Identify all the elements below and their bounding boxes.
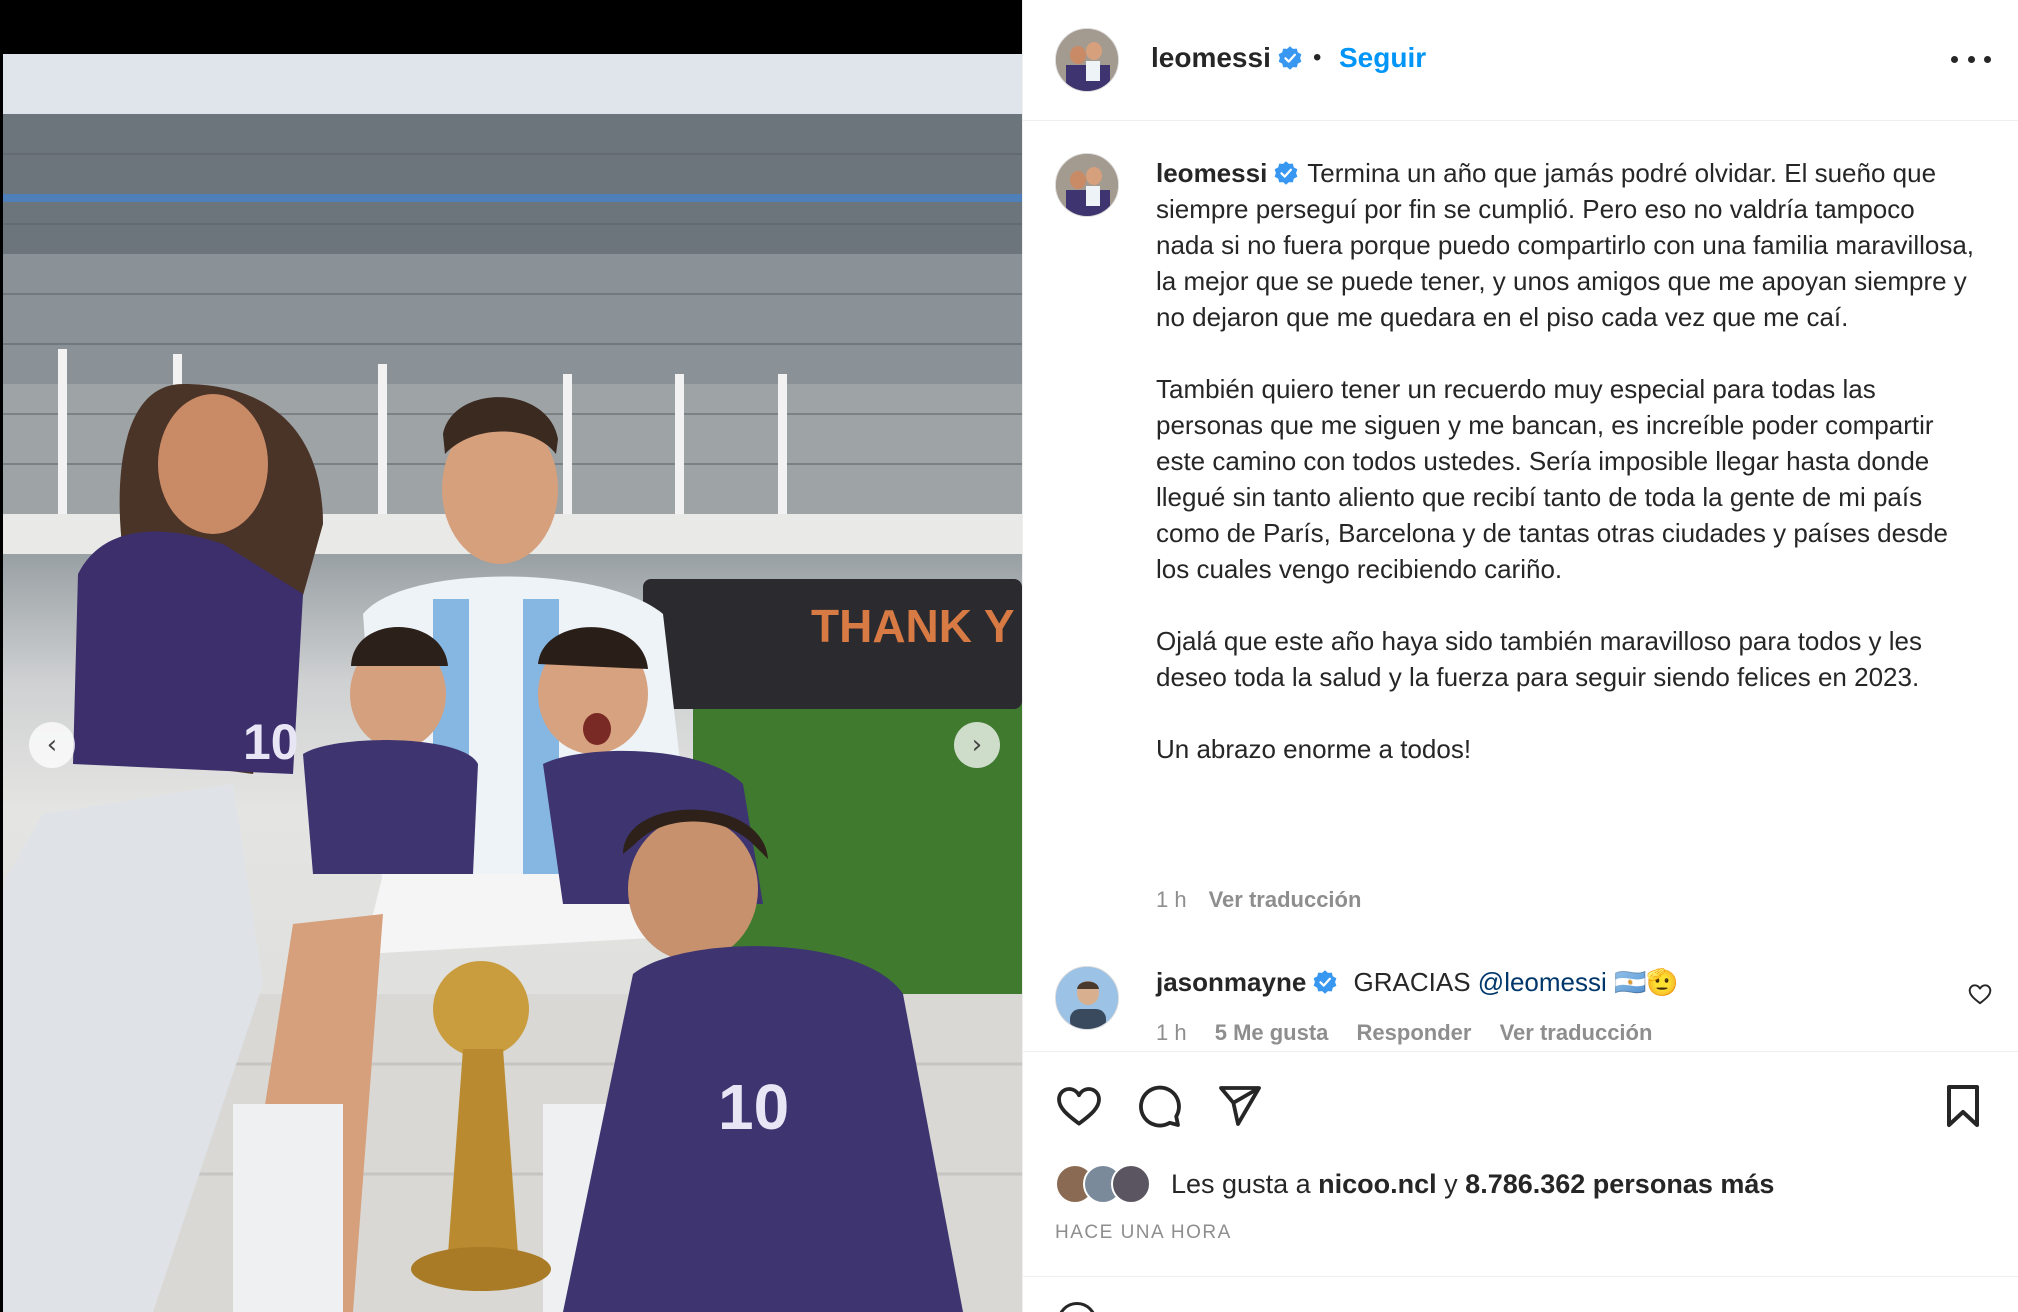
banner-text: THANK Y — [811, 600, 1015, 652]
divider — [1023, 1276, 2018, 1277]
comment-time: 1 h — [1156, 1020, 1187, 1045]
follow-button[interactable]: Seguir — [1339, 42, 1426, 74]
caption-paragraph-1: leomessi Termina un año que jamás podré … — [1156, 155, 1976, 335]
emoji-picker-icon[interactable] — [1057, 1302, 1097, 1312]
liker-avatar — [1111, 1164, 1151, 1204]
caption-author-avatar[interactable] — [1055, 153, 1119, 217]
comment-reply-button[interactable]: Responder — [1357, 1020, 1472, 1045]
post-media: THANK Y 10 10 ‹ › — [0, 0, 1022, 1312]
ellipsis-dot — [1967, 55, 1975, 63]
header-separator: • — [1313, 44, 1322, 71]
likes-count-link[interactable]: 8.786.362 personas más — [1465, 1169, 1774, 1199]
comments-scroll-area[interactable]: leomessi Termina un año que jamás podré … — [1023, 121, 2018, 1051]
caption-translate-link[interactable]: Ver traducción — [1209, 887, 1362, 912]
author-username-text[interactable]: leomessi — [1151, 42, 1271, 73]
post-details: leomessi • Seguir leomessi Termina un añ… — [1022, 0, 2018, 1312]
post-caption: leomessi Termina un año que jamás podré … — [1156, 155, 1976, 767]
post-header: leomessi • Seguir — [1023, 0, 2018, 121]
commenter-username[interactable]: jasonmayne — [1156, 967, 1306, 997]
caption-paragraph-4: Un abrazo enorme a todos! — [1156, 734, 1472, 764]
likers-avatars — [1055, 1164, 1167, 1204]
svg-text:10: 10 — [243, 714, 299, 770]
photo-illustration: THANK Y 10 10 — [3, 54, 1022, 1312]
carousel-prev-button[interactable]: ‹ — [29, 722, 75, 768]
caption-username[interactable]: leomessi — [1156, 158, 1267, 188]
commenter-avatar[interactable] — [1055, 966, 1119, 1030]
carousel-next-button[interactable]: › — [954, 722, 1000, 768]
comment-text: GRACIAS — [1353, 967, 1471, 997]
media-letterbox — [0, 0, 1022, 54]
comment-translate-link[interactable]: Ver traducción — [1500, 1020, 1653, 1045]
svg-text:10: 10 — [718, 1071, 789, 1143]
caption-paragraph-2: También quiero tener un recuerdo muy esp… — [1156, 374, 1949, 584]
comment-emoji: 🇦🇷🫡 — [1614, 967, 1679, 997]
likes-prefix: Les gusta a — [1171, 1168, 1311, 1199]
paper-plane-icon[interactable] — [1215, 1082, 1263, 1130]
post-photo[interactable]: THANK Y 10 10 ‹ › — [3, 54, 1022, 1312]
bookmark-icon[interactable] — [1939, 1082, 1987, 1130]
likes-user-link[interactable]: nicoo.ncl — [1318, 1169, 1437, 1199]
ellipsis-icon[interactable] — [1951, 44, 1991, 74]
comment-body: jasonmayne GRACIAS @leomessi 🇦🇷🫡 — [1156, 967, 1679, 998]
author-avatar[interactable] — [1055, 28, 1119, 92]
likes-text: Les gusta a nicoo.ncl y 8.786.362 person… — [1171, 1169, 1774, 1200]
verified-badge-icon — [1313, 970, 1337, 994]
heart-icon[interactable] — [1055, 1082, 1103, 1130]
post-actions: Les gusta a nicoo.ncl y 8.786.362 person… — [1023, 1051, 2018, 1312]
comment-mention-link[interactable]: @leomessi — [1478, 967, 1607, 997]
caption-paragraph-3: Ojalá que este año haya sido también mar… — [1156, 626, 1922, 692]
likes-summary[interactable]: Les gusta a nicoo.ncl y 8.786.362 person… — [1055, 1162, 1774, 1206]
ellipsis-dot — [1984, 55, 1991, 63]
caption-meta: 1 h Ver traducción — [1156, 887, 1361, 913]
verified-badge-icon — [1274, 161, 1298, 185]
post-timestamp[interactable]: HACE UNA HORA — [1055, 1222, 1232, 1244]
caption-time: 1 h — [1156, 887, 1187, 912]
comment-meta: 1 h 5 Me gusta Responder Ver traducción — [1156, 1020, 1674, 1046]
comment-like-heart-icon[interactable] — [1967, 981, 1993, 1007]
comment-likes-link[interactable]: 5 Me gusta — [1215, 1020, 1329, 1045]
author-username[interactable]: leomessi — [1151, 42, 1303, 74]
verified-badge-icon — [1278, 46, 1302, 70]
ellipsis-dot — [1951, 55, 1958, 63]
comment-bubble-icon[interactable] — [1135, 1082, 1183, 1130]
likes-connector: y — [1444, 1168, 1458, 1199]
